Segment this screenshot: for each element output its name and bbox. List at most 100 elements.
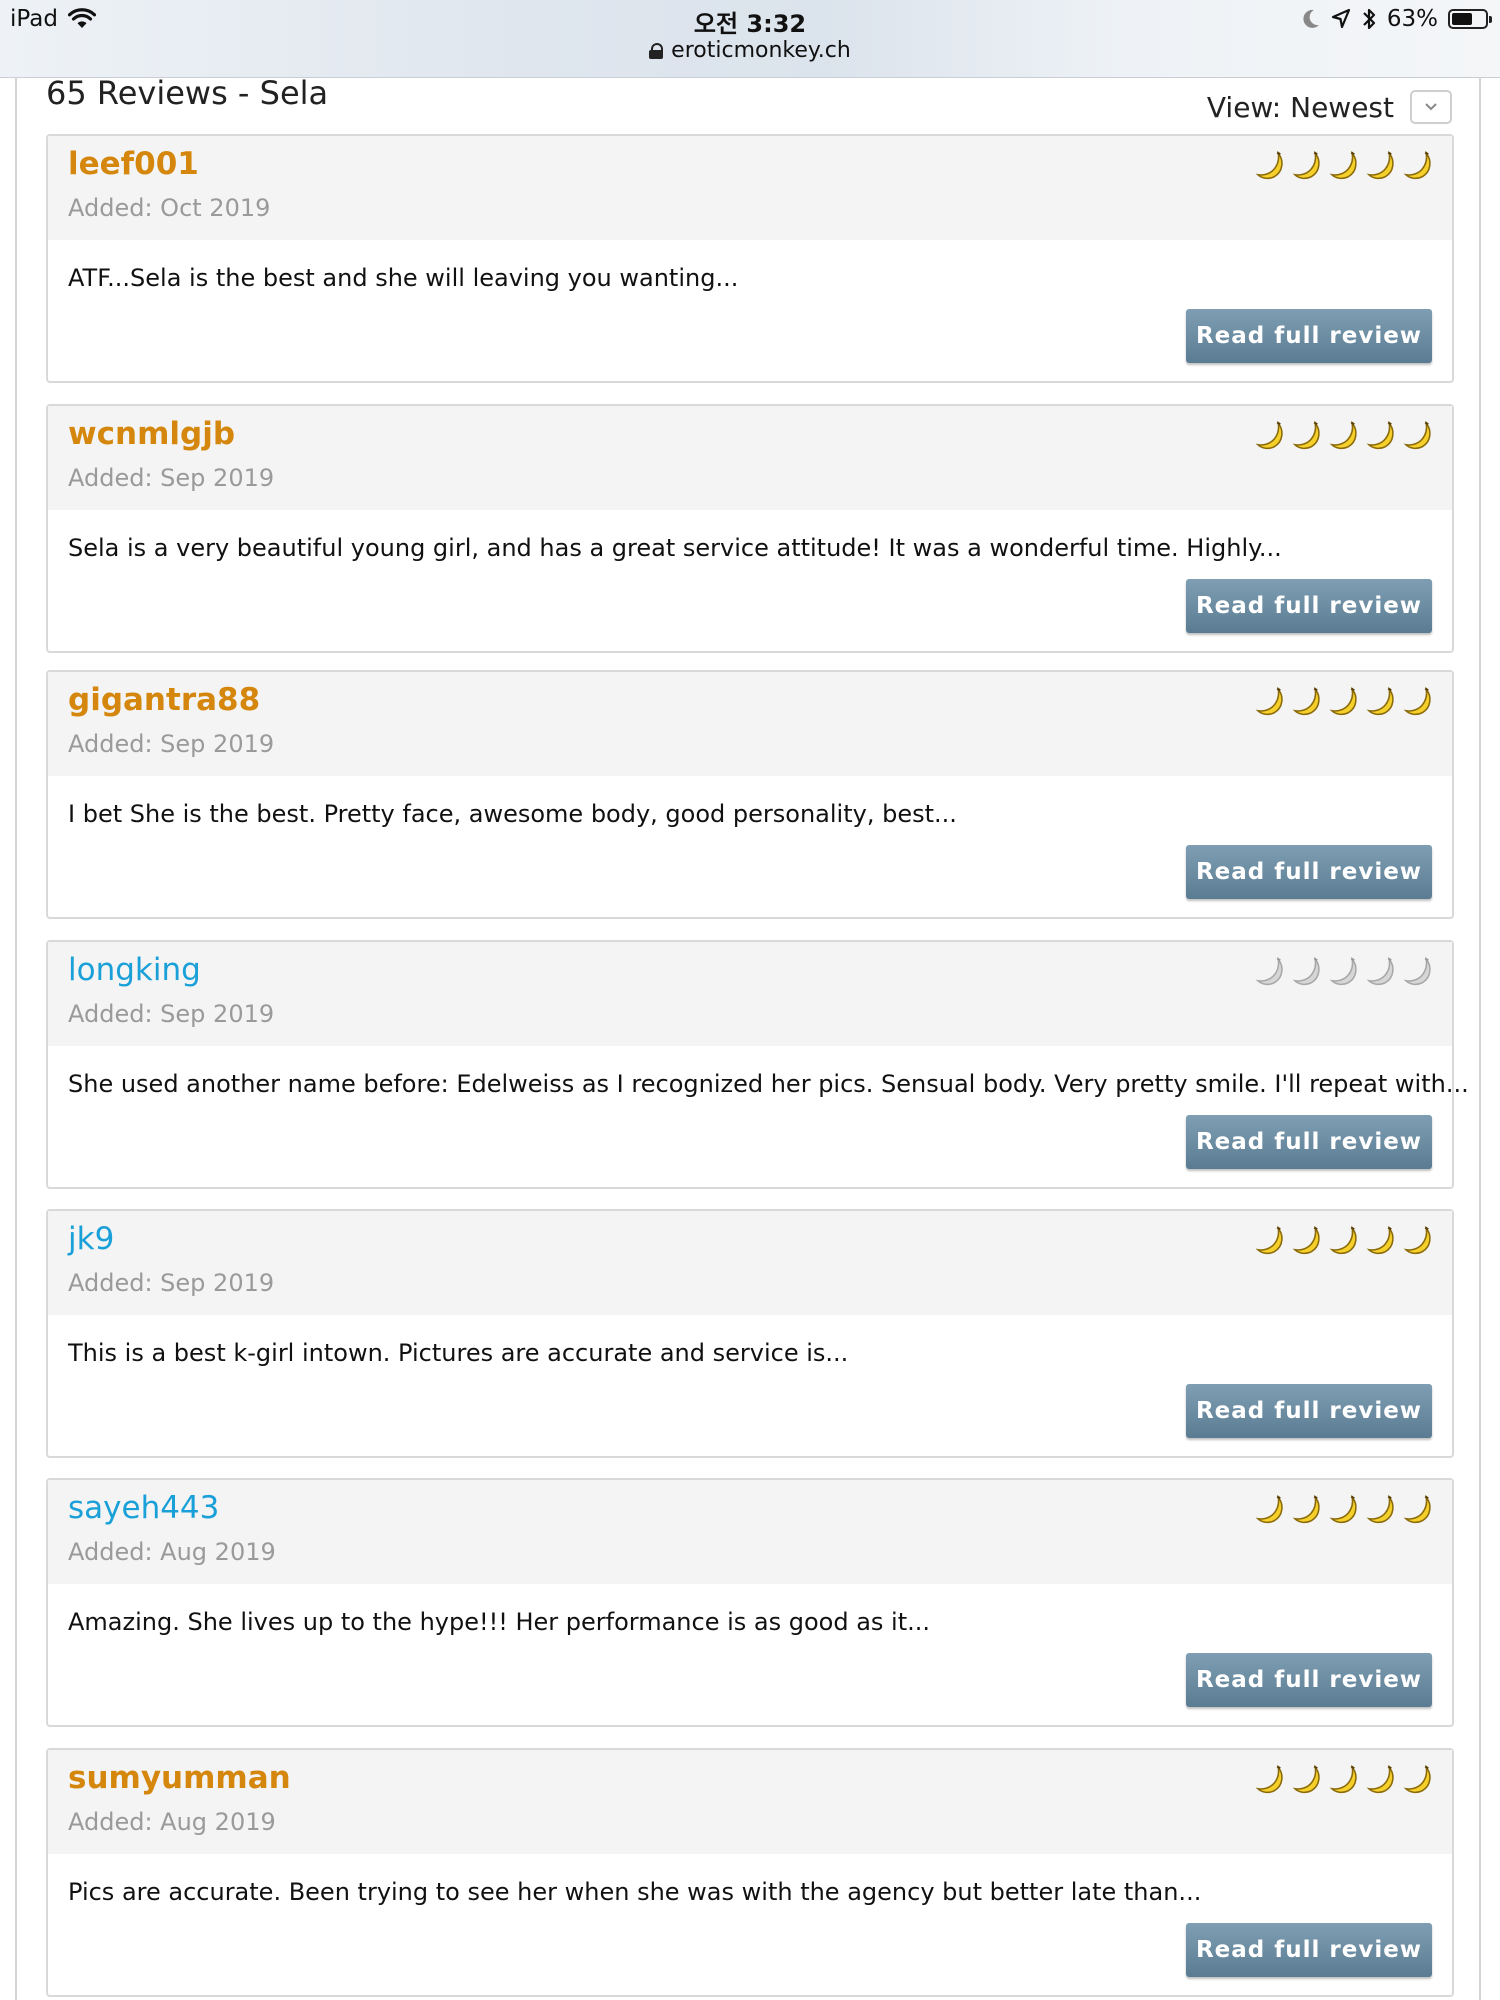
review-card: longking Added: Sep 2019 She used another … (46, 940, 1469, 1189)
battery-icon (1448, 9, 1492, 29)
review-header: wcnmlgjb Added: Sep 2019 (48, 406, 1452, 510)
banana-icon (1255, 956, 1283, 986)
review-card: jk9 Added: Sep 2019 This is a best k-girl … (46, 1209, 1454, 1458)
review-date: Added: Sep 2019 (68, 1269, 275, 1297)
review-card: leef001 Added: Oct 2019 ATF...Sela is the … (46, 134, 1454, 383)
banana-icon (1366, 956, 1394, 986)
read-full-review-button[interactable]: Read full review (1186, 309, 1432, 363)
read-full-review-button[interactable]: Read full review (1186, 1653, 1432, 1707)
banana-icon (1366, 1764, 1394, 1794)
banana-icon (1292, 686, 1320, 716)
reviewer-username-link[interactable]: wcnmlgjb (68, 416, 235, 452)
reviewer-username-link[interactable]: sayeh443 (68, 1490, 219, 1526)
banana-icon (1403, 1764, 1431, 1794)
reviewer-username-link[interactable]: longking (68, 952, 201, 988)
banana-rating (1255, 1764, 1434, 1796)
reviewer-username-link[interactable]: leef001 (68, 146, 199, 182)
review-snippet: Amazing. She lives up to the hype!!! Her… (68, 1608, 931, 1636)
status-right: 63% (1301, 6, 1492, 32)
review-snippet: I bet She is the best. Pretty face, awes… (68, 800, 957, 828)
chevron-down-icon (1425, 103, 1437, 111)
banana-icon (1403, 420, 1431, 450)
banana-icon (1292, 1764, 1320, 1794)
review-card: wcnmlgjb Added: Sep 2019 Sela is a very be… (46, 404, 1454, 653)
banana-icon (1329, 1225, 1357, 1255)
banana-icon (1366, 1494, 1394, 1524)
banana-icon (1255, 1494, 1283, 1524)
banana-icon (1329, 956, 1357, 986)
banana-icon (1366, 150, 1394, 180)
banana-rating (1255, 686, 1434, 718)
banana-icon (1329, 686, 1357, 716)
banana-icon (1366, 420, 1394, 450)
banana-icon (1292, 150, 1320, 180)
banana-icon (1403, 686, 1431, 716)
review-header: sayeh443 Added: Aug 2019 (48, 1480, 1452, 1584)
reviewer-username-link[interactable]: gigantra88 (68, 682, 260, 718)
banana-icon (1292, 420, 1320, 450)
review-snippet: Sela is a very beautiful young girl, and… (68, 534, 1282, 562)
banana-icon (1255, 686, 1283, 716)
banana-icon (1255, 1225, 1283, 1255)
clock: 오전 3:32 (693, 10, 807, 38)
read-full-review-button[interactable]: Read full review (1186, 1923, 1432, 1977)
review-snippet: She used another name before: Edelweiss … (68, 1070, 1469, 1098)
banana-rating (1255, 1225, 1434, 1257)
review-header: gigantra88 Added: Sep 2019 (48, 672, 1452, 776)
review-header: leef001 Added: Oct 2019 (48, 136, 1452, 240)
review-date: Added: Sep 2019 (68, 730, 275, 758)
bluetooth-icon (1363, 8, 1375, 30)
banana-icon (1292, 1494, 1320, 1524)
banana-icon (1329, 150, 1357, 180)
review-card: sayeh443 Added: Aug 2019 Amazing. She live… (46, 1478, 1454, 1727)
view-sort[interactable]: View: Newest (1207, 90, 1452, 124)
page-title: 65 Reviews - Sela (46, 74, 329, 112)
review-card: gigantra88 Added: Sep 2019 I bet She is th… (46, 670, 1454, 919)
read-full-review-button[interactable]: Read full review (1186, 1115, 1432, 1169)
banana-icon (1329, 420, 1357, 450)
read-full-review-button[interactable]: Read full review (1186, 1384, 1432, 1438)
review-header: jk9 Added: Sep 2019 (48, 1211, 1452, 1315)
banana-icon (1403, 1225, 1431, 1255)
read-full-review-button[interactable]: Read full review (1186, 579, 1432, 633)
review-date: Added: Aug 2019 (68, 1808, 276, 1836)
moon-icon (1303, 9, 1319, 28)
banana-icon (1255, 150, 1283, 180)
banana-icon (1255, 420, 1283, 450)
review-snippet: ATF...Sela is the best and she will leav… (68, 264, 739, 292)
banana-icon (1366, 686, 1394, 716)
view-sort-dropdown[interactable] (1410, 90, 1452, 124)
url-text[interactable]: eroticmonkey.ch (671, 38, 851, 63)
lock-icon (649, 42, 664, 59)
review-date: Added: Sep 2019 (68, 1000, 275, 1028)
review-header: longking Added: Sep 2019 (48, 942, 1452, 1046)
banana-icon (1403, 150, 1431, 180)
battery-percent: 63% (1386, 6, 1438, 32)
banana-rating (1255, 956, 1434, 988)
banana-icon (1292, 956, 1320, 986)
review-header: sumyumman Added: Aug 2019 (48, 1750, 1452, 1854)
banana-rating (1255, 1494, 1434, 1526)
location-arrow-icon (1331, 8, 1350, 29)
banana-icon (1329, 1494, 1357, 1524)
address-bar[interactable]: eroticmonkey.ch (0, 38, 1500, 63)
banana-icon (1403, 956, 1431, 986)
review-date: Added: Sep 2019 (68, 464, 275, 492)
reviewer-username-link[interactable]: jk9 (68, 1221, 114, 1257)
banana-icon (1366, 1225, 1394, 1255)
view-sort-label: View: Newest (1206, 90, 1394, 124)
review-date: Added: Aug 2019 (68, 1538, 276, 1566)
banana-icon (1403, 1494, 1431, 1524)
review-date: Added: Oct 2019 (68, 194, 271, 222)
banana-icon (1329, 1764, 1357, 1794)
banana-icon (1292, 1225, 1320, 1255)
review-snippet: This is a best k-girl intown. Pictures a… (68, 1339, 849, 1367)
banana-icon (1255, 1764, 1283, 1794)
read-full-review-button[interactable]: Read full review (1186, 845, 1432, 899)
review-card: sumyumman Added: Aug 2019 Pics are accurat… (46, 1748, 1454, 1997)
banana-rating (1255, 150, 1434, 182)
review-snippet: Pics are accurate. Been trying to see he… (68, 1878, 1202, 1906)
reviewer-username-link[interactable]: sumyumman (68, 1760, 291, 1796)
status-bar: iPad 오전 3:32 eroticmonkey.ch 63% (0, 0, 1500, 78)
banana-rating (1255, 420, 1434, 452)
